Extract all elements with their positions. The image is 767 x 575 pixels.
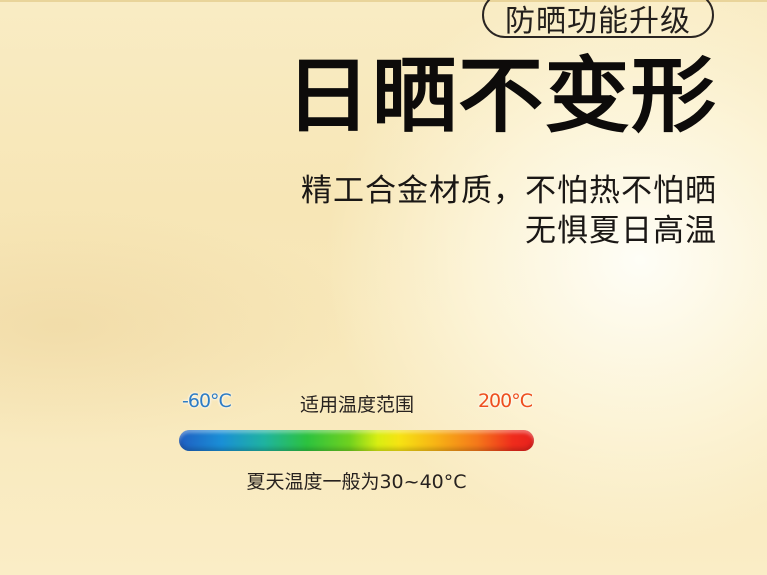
temperature-range-labels: -60°C 适用温度范围 200°C — [180, 388, 534, 416]
temperature-gradient-bar — [179, 430, 534, 451]
description-line-1: 精工合金材质，不怕热不怕晒 — [301, 173, 717, 209]
description-line-2: 无惧夏日高温 — [525, 213, 717, 249]
headline-title: 日晒不变形 — [285, 49, 717, 144]
feature-badge-label: 防晒功能升级 — [505, 4, 691, 39]
feature-badge: 防晒功能升级 — [482, 0, 714, 39]
summer-temperature-note: 夏天温度一般为30~40°C — [246, 471, 467, 493]
temperature-max-label: 200°C — [477, 390, 533, 412]
